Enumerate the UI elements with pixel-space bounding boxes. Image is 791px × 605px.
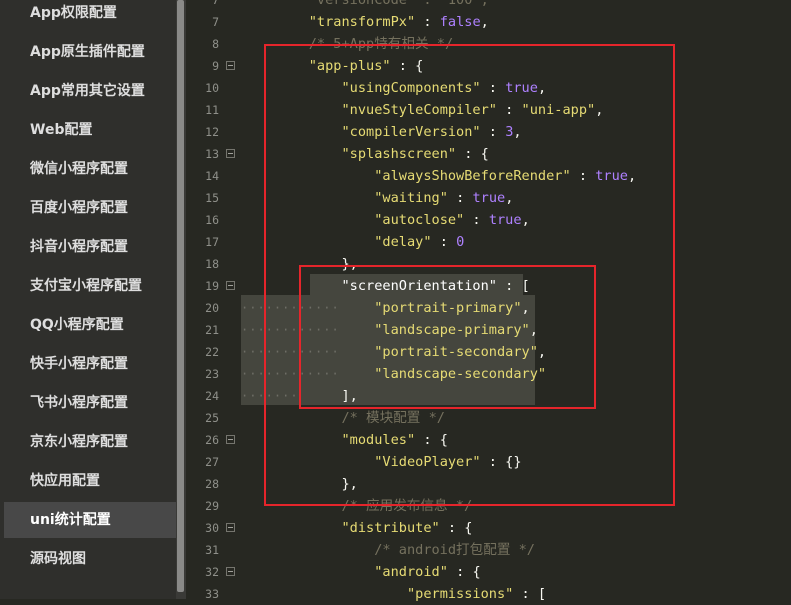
code-text: "permissions" : [ — [276, 583, 546, 605]
line-number: 31 — [205, 543, 219, 557]
code-token: "android" — [374, 564, 448, 580]
line-number: 17 — [205, 235, 219, 249]
code-line[interactable]: 31 /* android打包配置 */ — [186, 539, 791, 561]
line-number: 33 — [205, 587, 219, 601]
code-line[interactable]: 33 "permissions" : [ — [186, 583, 791, 605]
code-token: , — [480, 14, 489, 30]
sidebar-item[interactable]: App原生插件配置 — [4, 34, 176, 70]
whitespace-dots: ·············· — [241, 345, 341, 359]
line-number: 30 — [205, 521, 219, 535]
line-number: 23 — [205, 367, 219, 381]
sidebar-scrollbar-thumb[interactable] — [177, 0, 184, 592]
sidebar-item[interactable]: QQ小程序配置 — [4, 307, 176, 343]
sidebar-item[interactable]: 抖音小程序配置 — [4, 229, 176, 265]
line-number: 15 — [205, 191, 219, 205]
sidebar-item[interactable]: Web配置 — [4, 112, 176, 148]
sidebar-item[interactable]: 快手小程序配置 — [4, 346, 176, 382]
sidebar-item[interactable]: 源码视图 — [4, 541, 176, 577]
line-number: 28 — [205, 477, 219, 491]
whitespace-dots: ·············· — [241, 301, 341, 315]
fold-toggle-icon[interactable] — [226, 281, 235, 290]
line-number: 12 — [205, 125, 219, 139]
line-number: 7 — [212, 15, 219, 29]
line-number: 32 — [205, 565, 219, 579]
fold-toggle-icon[interactable] — [226, 149, 235, 158]
line-number: 26 — [205, 433, 219, 447]
code-token: : { — [439, 520, 473, 536]
line-number: 18 — [205, 257, 219, 271]
sidebar-item[interactable]: App常用其它设置 — [4, 73, 176, 109]
code-token: "versionCode" : "100", — [276, 0, 489, 8]
code-text: "transformPx" : false, — [276, 11, 489, 33]
fold-toggle-icon[interactable] — [226, 435, 235, 444]
sidebar-item[interactable]: 百度小程序配置 — [4, 190, 176, 226]
code-line[interactable]: 7 "versionCode" : "100", — [186, 0, 791, 11]
fold-toggle-icon[interactable] — [226, 523, 235, 532]
sidebar-item[interactable]: App权限配置 — [4, 0, 176, 31]
code-text: "versionCode" : "100", — [276, 0, 489, 11]
line-number: 9 — [212, 59, 219, 73]
line-number: 11 — [205, 103, 219, 117]
whitespace-dots: ·············· — [241, 389, 301, 403]
line-number: 27 — [205, 455, 219, 469]
code-token: : — [415, 14, 440, 30]
code-line[interactable]: 32 "android" : { — [186, 561, 791, 583]
line-number: 14 — [205, 169, 219, 183]
whitespace-dots: ·············· — [241, 323, 341, 337]
fold-toggle-icon[interactable] — [226, 567, 235, 576]
code-token: : [ — [513, 586, 547, 602]
code-token: "permissions" — [406, 586, 514, 602]
line-number: 10 — [205, 81, 219, 95]
code-token: "transformPx" — [308, 14, 416, 30]
line-number: 7 — [212, 0, 219, 7]
code-line[interactable]: 30 "distribute" : { — [186, 517, 791, 539]
code-token: /* android打包配置 */ — [276, 542, 535, 558]
whitespace-dots: ·············· — [241, 367, 341, 381]
line-number: 19 — [205, 279, 219, 293]
sidebar-item[interactable]: 京东小程序配置 — [4, 424, 176, 460]
line-number: 25 — [205, 411, 219, 425]
line-number: 8 — [212, 37, 219, 51]
fold-toggle-icon[interactable] — [226, 61, 235, 70]
sidebar-item[interactable]: uni统计配置 — [4, 502, 176, 538]
line-number: 20 — [205, 301, 219, 315]
code-text: "distribute" : { — [276, 517, 472, 539]
code-token: false — [439, 14, 481, 30]
sidebar-item[interactable]: 微信小程序配置 — [4, 151, 176, 187]
settings-sidebar: App权限配置 App原生插件配置 App常用其它设置 Web配置 微信小程序配置 百度小… — [0, 0, 176, 599]
code-text: "android" : { — [276, 561, 481, 583]
sidebar-item[interactable]: 支付宝小程序配置 — [4, 268, 176, 304]
sidebar-item[interactable]: 飞书小程序配置 — [4, 385, 176, 421]
inner-highlight-box — [299, 265, 596, 409]
code-token: "distribute" — [341, 520, 440, 536]
code-text: /* android打包配置 */ — [276, 539, 535, 561]
code-token: : { — [447, 564, 481, 580]
sidebar-item[interactable]: 快应用配置 — [4, 463, 176, 499]
line-number: 29 — [205, 499, 219, 513]
line-number: 21 — [205, 323, 219, 337]
line-number: 24 — [205, 389, 219, 403]
code-line[interactable]: 7 "transformPx" : false, — [186, 11, 791, 33]
line-number: 22 — [205, 345, 219, 359]
line-number: 13 — [205, 147, 219, 161]
line-number: 16 — [205, 213, 219, 227]
